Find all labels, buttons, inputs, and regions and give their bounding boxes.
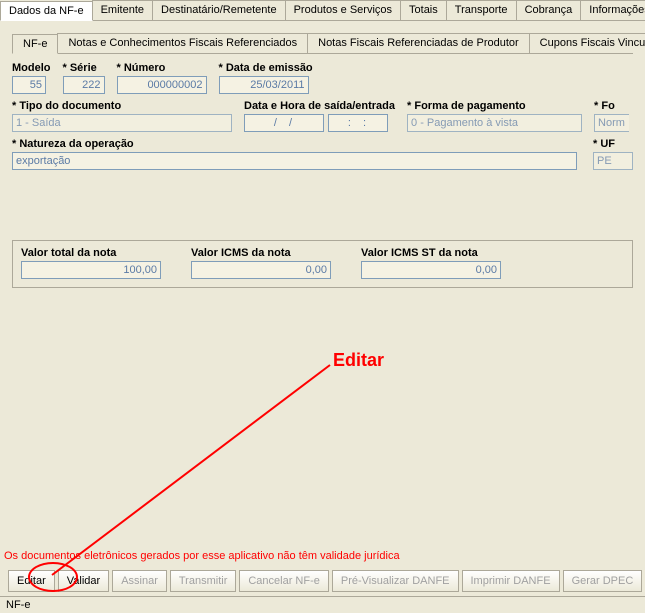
tab-destinatario[interactable]: Destinatário/Remetente bbox=[152, 0, 286, 20]
input-data-saida[interactable] bbox=[244, 114, 324, 132]
select-forma-pagamento[interactable]: 0 - Pagamento à vista bbox=[407, 114, 582, 132]
transmitir-button[interactable]: Transmitir bbox=[170, 570, 236, 592]
sub-tab-bar: NF-e Notas e Conhecimentos Fiscais Refer… bbox=[12, 33, 633, 54]
button-bar: Editar Validar Assinar Transmitir Cancel… bbox=[0, 566, 645, 596]
main-tab-bar: Dados da NF-e Emitente Destinatário/Reme… bbox=[0, 0, 645, 21]
tab-transporte[interactable]: Transporte bbox=[446, 0, 517, 20]
imprimir-danfe-button[interactable]: Imprimir DANFE bbox=[462, 570, 560, 592]
tab-dados-nfe[interactable]: Dados da NF-e bbox=[0, 1, 93, 21]
tab-produtos[interactable]: Produtos e Serviços bbox=[285, 0, 401, 20]
tab-info-adicionais[interactable]: Informações Adi bbox=[580, 0, 645, 20]
label-fo: * Fo bbox=[594, 100, 629, 112]
label-forma-pagamento: * Forma de pagamento bbox=[407, 100, 582, 112]
label-valor-icms: Valor ICMS da nota bbox=[191, 247, 331, 259]
label-data-hora-saida: Data e Hora de saída/entrada bbox=[244, 100, 395, 112]
input-valor-icms bbox=[191, 261, 331, 279]
cancelar-nfe-button[interactable]: Cancelar NF-e bbox=[239, 570, 329, 592]
annotation-editar-circle bbox=[28, 562, 78, 592]
input-valor-icms-st bbox=[361, 261, 501, 279]
pre-visualizar-danfe-button[interactable]: Pré-Visualizar DANFE bbox=[332, 570, 459, 592]
tab-emitente[interactable]: Emitente bbox=[92, 0, 153, 20]
label-uf: * UF bbox=[593, 138, 633, 150]
label-serie: * Série bbox=[63, 62, 105, 74]
subtab-cupons[interactable]: Cupons Fiscais Vinculados à N bbox=[529, 33, 645, 53]
annotation-editar-label: Editar bbox=[333, 350, 384, 371]
statusbar: NF-e bbox=[0, 596, 645, 613]
select-uf[interactable]: PE bbox=[593, 152, 633, 170]
select-tipo-documento[interactable]: 1 - Saída bbox=[12, 114, 232, 132]
content-area: NF-e Notas e Conhecimentos Fiscais Refer… bbox=[0, 21, 645, 300]
tab-cobranca[interactable]: Cobrança bbox=[516, 0, 582, 20]
label-data-emissao: * Data de emissão bbox=[219, 62, 313, 74]
select-fo[interactable]: Norm bbox=[594, 114, 629, 132]
gerar-dpec-button[interactable]: Gerar DPEC bbox=[563, 570, 643, 592]
warning-text: Os documentos eletrônicos gerados por es… bbox=[4, 550, 641, 562]
label-modelo: Modelo bbox=[12, 62, 51, 74]
subtab-notas-conhecimentos[interactable]: Notas e Conhecimentos Fiscais Referencia… bbox=[57, 33, 308, 53]
label-natureza-operacao: * Natureza da operação bbox=[12, 138, 581, 150]
subtab-notas-produtor[interactable]: Notas Fiscais Referenciadas de Produtor bbox=[307, 33, 530, 53]
form-panel: Modelo * Série * Número * Data de emissã… bbox=[12, 62, 633, 288]
totals-panel: Valor total da nota Valor ICMS da nota V… bbox=[12, 240, 633, 288]
label-numero: * Número bbox=[117, 62, 207, 74]
input-hora-saida[interactable] bbox=[328, 114, 388, 132]
assinar-button[interactable]: Assinar bbox=[112, 570, 167, 592]
input-serie[interactable] bbox=[63, 76, 105, 94]
input-natureza-operacao[interactable] bbox=[12, 152, 577, 170]
tab-totais[interactable]: Totais bbox=[400, 0, 447, 20]
input-valor-total bbox=[21, 261, 161, 279]
input-numero[interactable] bbox=[117, 76, 207, 94]
label-valor-total: Valor total da nota bbox=[21, 247, 161, 259]
input-modelo[interactable] bbox=[12, 76, 46, 94]
label-tipo-documento: * Tipo do documento bbox=[12, 100, 232, 112]
subtab-nfe[interactable]: NF-e bbox=[12, 34, 58, 54]
label-valor-icms-st: Valor ICMS ST da nota bbox=[361, 247, 501, 259]
input-data-emissao[interactable] bbox=[219, 76, 309, 94]
